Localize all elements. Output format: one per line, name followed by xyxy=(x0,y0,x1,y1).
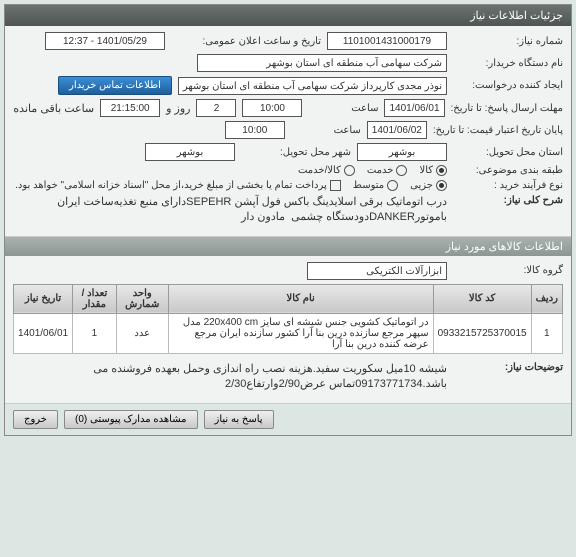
province-label: استان محل تحویل: xyxy=(453,147,563,158)
radio-service[interactable] xyxy=(396,165,407,176)
window-title: جزئیات اطلاعات نیاز xyxy=(5,5,571,26)
th-name: نام کالا xyxy=(168,284,433,313)
group-label: گروه کالا: xyxy=(453,265,563,276)
cell-unit: عدد xyxy=(116,313,168,353)
cell-code: 0933215725370015 xyxy=(433,313,531,353)
cell-name: در اتوماتیک کشویی جنس شیشه ای سایز 220x4… xyxy=(168,313,433,353)
day-label: روز و xyxy=(166,102,190,115)
process-label: نوع فرآیند خرید : xyxy=(453,180,563,191)
th-qty: تعداد / مقدار xyxy=(73,284,117,313)
radio-service-label: خدمت xyxy=(367,165,394,176)
validity-time: 10:00 xyxy=(225,121,285,139)
reply-button[interactable]: پاسخ به نیاز xyxy=(204,410,274,429)
table-row[interactable]: 1 0933215725370015 در اتوماتیک کشویی جنس… xyxy=(14,313,563,353)
goods-table: ردیف کد کالا نام کالا واحد شمارش تعداد /… xyxy=(13,284,563,354)
th-unit: واحد شمارش xyxy=(116,284,168,313)
group-value: ابزارآلات الکتریکی xyxy=(307,262,447,280)
province-value: بوشهر xyxy=(357,143,447,161)
city-value: بوشهر xyxy=(145,143,235,161)
deadline-label: مهلت ارسال پاسخ: تا تاریخ: xyxy=(451,103,563,114)
cell-date: 1401/06/01 xyxy=(14,313,73,353)
announce-label: تاریخ و ساعت اعلان عمومی: xyxy=(171,36,321,47)
validity-date: 1401/06/02 xyxy=(367,121,427,139)
treasury-note: پرداخت تمام یا بخشی از مبلغ خرید،از محل … xyxy=(15,180,327,191)
deadline-time: 10:00 xyxy=(242,99,302,117)
th-row: ردیف xyxy=(531,284,562,313)
time-remaining: 21:15:00 xyxy=(100,99,160,117)
cell-n: 1 xyxy=(531,313,562,353)
attachments-button[interactable]: مشاهده مدارک پیوستی (0) xyxy=(64,410,198,429)
radio-both-label: کالا/خدمت xyxy=(298,165,341,176)
creator-value: نوذر مجدی کارپرداز شرکت سهامی آب منطقه ا… xyxy=(178,77,447,95)
buyer-value: شرکت سهامی آب منطقه ای استان بوشهر xyxy=(197,54,447,72)
days-remaining: 2 xyxy=(196,99,236,117)
need-no-value: 1101001431000179 xyxy=(327,32,447,50)
notes-label: توضیحات نیاز: xyxy=(453,362,563,373)
desc-label: شرح کلی نیاز: xyxy=(453,195,563,206)
radio-goods[interactable] xyxy=(436,165,447,176)
radio-both[interactable] xyxy=(344,165,355,176)
need-no-label: شماره نیاز: xyxy=(453,36,563,47)
remaining-label: ساعت باقی مانده xyxy=(13,102,94,115)
city-label: شهر محل تحویل: xyxy=(241,147,351,158)
notes-value: شیشه 10میل سکوریت سفید.هزینه نصب راه اند… xyxy=(13,362,447,393)
announce-value: 1401/05/29 - 12:37 xyxy=(45,32,165,50)
validity-label: پایان تاریخ اعتبار قیمت: تا تاریخ: xyxy=(433,125,563,136)
cell-qty: 1 xyxy=(73,313,117,353)
radio-small[interactable] xyxy=(436,180,447,191)
time-label-2: ساعت xyxy=(291,125,361,136)
contact-buyer-button[interactable]: اطلاعات تماس خریدار xyxy=(58,76,172,95)
buyer-label: نام دستگاه خریدار: xyxy=(453,58,563,69)
exit-button[interactable]: خروج xyxy=(13,410,58,429)
deadline-date: 1401/06/01 xyxy=(384,99,444,117)
th-date: تاریخ نیاز xyxy=(14,284,73,313)
radio-small-label: جزیی xyxy=(410,180,433,191)
category-label: طبقه بندی موضوعی: xyxy=(453,165,563,176)
desc-value: درب اتوماتیک برقی اسلایدینگ باکس فول آپش… xyxy=(13,195,447,226)
creator-label: ایجاد کننده درخواست: xyxy=(453,80,563,91)
checkbox-treasury[interactable] xyxy=(330,180,341,191)
section-goods-title: اطلاعات کالاهای مورد نیاز xyxy=(5,236,571,256)
radio-medium-label: متوسط xyxy=(353,180,384,191)
radio-medium[interactable] xyxy=(387,180,398,191)
th-code: کد کالا xyxy=(433,284,531,313)
time-label-1: ساعت xyxy=(308,103,378,114)
radio-goods-label: کالا xyxy=(419,165,433,176)
